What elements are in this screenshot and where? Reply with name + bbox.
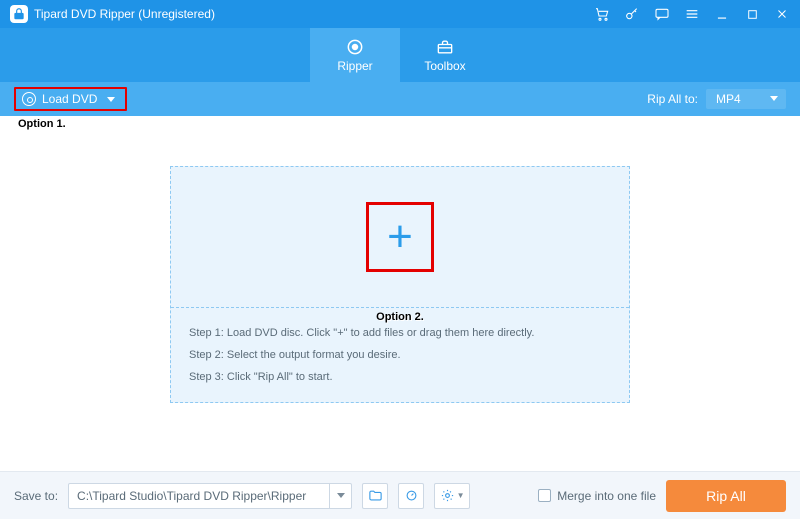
step-1-text: Step 1: Load DVD disc. Click "+" to add … [189, 322, 611, 344]
save-to-label: Save to: [14, 489, 58, 503]
main-area: + Option 2. Step 1: Load DVD disc. Click… [0, 116, 800, 471]
target-icon [345, 37, 365, 57]
annotation-option1: Option 1. [18, 118, 66, 130]
tab-bar: Ripper Toolbox [0, 28, 800, 82]
title-bar: Tipard DVD Ripper (Unregistered) [0, 0, 800, 28]
close-button[interactable] [774, 6, 790, 22]
window-title: Tipard DVD Ripper (Unregistered) [34, 7, 594, 21]
drop-zone-top: + Option 2. [171, 167, 629, 307]
save-path-box [68, 483, 352, 509]
chevron-down-icon [770, 96, 778, 101]
footer-bar: Save to: ▼ Merge into one file Rip All [0, 471, 800, 519]
gear-icon [440, 488, 455, 503]
drop-zone[interactable]: + Option 2. Step 1: Load DVD disc. Click… [170, 166, 630, 403]
output-format-select[interactable]: MP4 [706, 89, 786, 109]
add-files-button[interactable]: + [387, 215, 413, 259]
rip-all-button[interactable]: Rip All [666, 480, 786, 512]
tab-ripper-label: Ripper [337, 59, 372, 73]
settings-button[interactable]: ▼ [434, 483, 470, 509]
output-format-value: MP4 [716, 92, 741, 106]
load-dvd-button[interactable]: Load DVD [14, 87, 127, 111]
open-folder-button[interactable] [362, 483, 388, 509]
merge-checkbox[interactable]: Merge into one file [538, 489, 656, 503]
save-path-input[interactable] [69, 489, 329, 503]
cart-icon[interactable] [594, 6, 610, 22]
minimize-button[interactable] [714, 6, 730, 22]
folder-icon [368, 488, 383, 503]
load-dvd-label: Load DVD [42, 92, 97, 106]
rip-all-to: Rip All to: MP4 [647, 89, 786, 109]
menu-icon[interactable] [684, 6, 700, 22]
tab-ripper[interactable]: Ripper [310, 28, 400, 82]
annotation-option2: Option 2. [376, 311, 424, 323]
app-logo [10, 5, 28, 23]
settings-speed-button[interactable] [398, 483, 424, 509]
maximize-button[interactable] [744, 6, 760, 22]
toolbox-icon [435, 37, 455, 57]
tab-toolbox-label: Toolbox [424, 59, 465, 73]
toolbar: Load DVD Rip All to: MP4 [0, 82, 800, 116]
rip-all-to-label: Rip All to: [647, 92, 698, 106]
chevron-down-icon: ▼ [457, 491, 465, 500]
chevron-down-icon [107, 97, 115, 102]
speed-icon [404, 488, 419, 503]
save-path-dropdown[interactable] [329, 484, 351, 508]
step-3-text: Step 3: Click "Rip All" to start. [189, 366, 611, 388]
disc-icon [22, 92, 36, 106]
checkbox-icon [538, 489, 551, 502]
feedback-icon[interactable] [654, 6, 670, 22]
step-2-text: Step 2: Select the output format you des… [189, 344, 611, 366]
key-icon[interactable] [624, 6, 640, 22]
merge-label: Merge into one file [557, 489, 656, 503]
tab-toolbox[interactable]: Toolbox [400, 28, 490, 82]
annotation-option2-box: + [366, 202, 434, 272]
